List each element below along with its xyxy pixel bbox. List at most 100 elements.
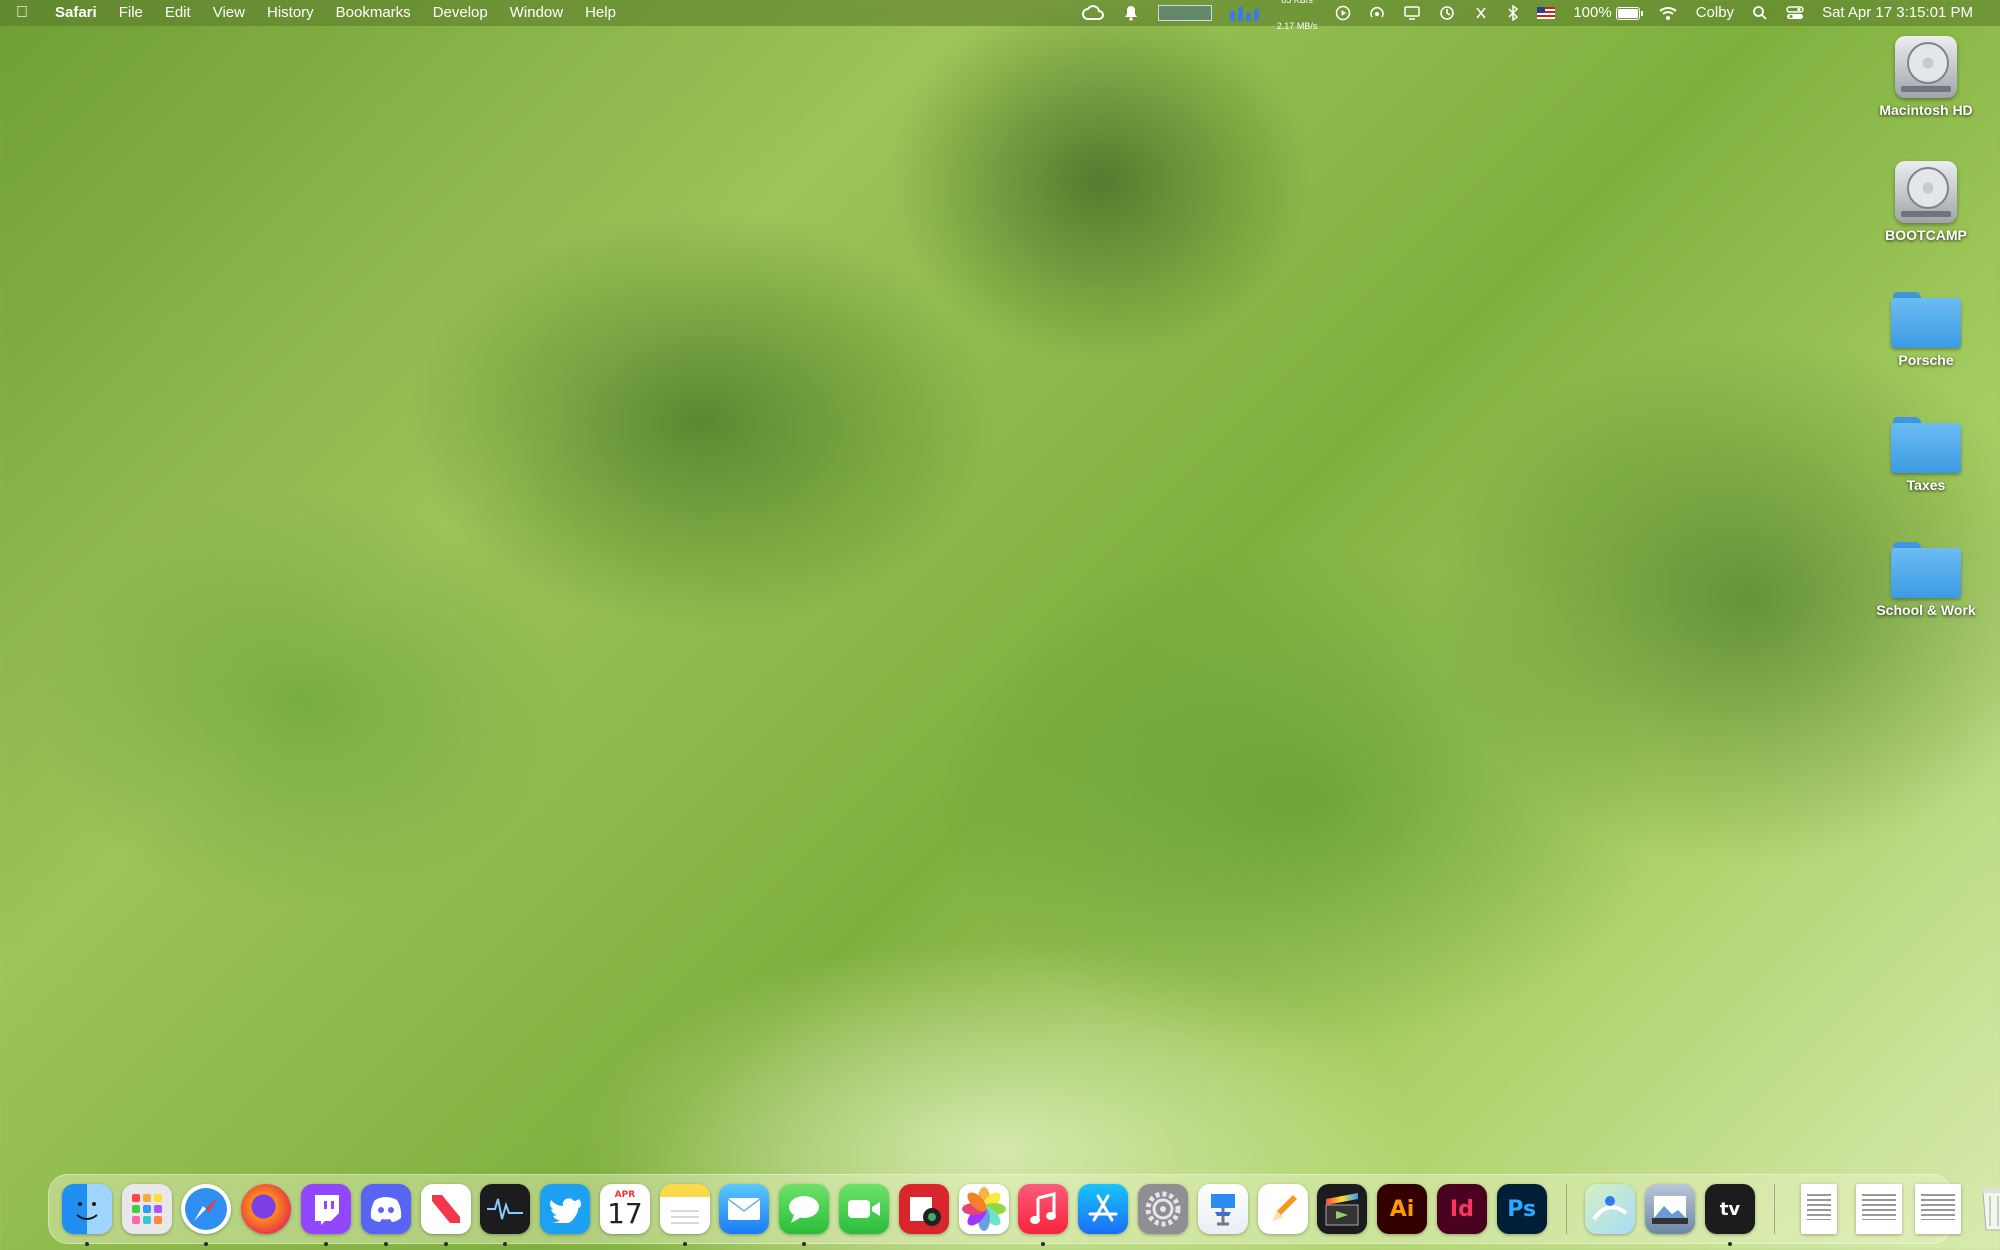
dock-launchpad[interactable] [120,1182,174,1236]
dock-music[interactable] [1016,1182,1070,1246]
dock-trash[interactable] [1971,1182,2000,1236]
twitch-icon [301,1184,352,1234]
desktop-icon-taxes[interactable]: Taxes [1868,415,1984,493]
twitter-bird-icon [540,1184,591,1234]
apple-menu-icon[interactable]:  [0,4,44,22]
dock-activity-monitor[interactable] [478,1182,532,1246]
preview-icon [1645,1184,1696,1234]
desktop-icon-macintosh-hd[interactable]: Macintosh HD [1868,36,1984,118]
dock-mail[interactable] [717,1182,771,1236]
news-icon [420,1184,471,1234]
folder-icon [1891,540,1961,598]
menu-file[interactable]: File [108,0,154,26]
airdrop-icon[interactable] [1360,5,1394,21]
dock-system-preferences[interactable] [1136,1182,1190,1236]
desktop-icon-bootcamp[interactable]: BOOTCAMP [1868,161,1984,243]
notification-bell-icon[interactable] [1113,5,1149,21]
network-download: 2.17 MB/s [1276,21,1318,31]
dock-twitter[interactable] [538,1182,592,1236]
desktop-icon-school-and-work[interactable]: School & Work [1868,540,1984,618]
dock-separator [1565,1184,1567,1234]
menu-develop[interactable]: Develop [422,0,499,26]
desktop-icon-label: Taxes [1906,477,1946,493]
memory-bars-icon[interactable] [1221,5,1268,21]
firefox-icon [241,1184,292,1234]
menu-clock[interactable]: Sat Apr 17 3:15:01 PM [1813,0,1982,26]
activity-monitor-icon [480,1184,531,1234]
dock-safari[interactable] [179,1182,233,1246]
gear-icon [1137,1184,1188,1234]
maps-icon [1585,1184,1636,1234]
dock-photos[interactable] [957,1182,1011,1236]
menu-view[interactable]: View [202,0,256,26]
dock-messages[interactable] [777,1182,831,1246]
safari-compass-icon [181,1184,232,1234]
dock-discord[interactable] [359,1182,413,1246]
desktop-icon-label: School & Work [1876,602,1976,618]
menu-history[interactable]: History [256,0,325,26]
spotlight-search-icon[interactable] [1743,5,1777,21]
battery-status[interactable]: 100% [1564,0,1648,26]
dock-twitch[interactable] [299,1182,353,1246]
dock-downloads-stack[interactable] [1852,1182,1906,1236]
dock-document-stack[interactable] [1792,1182,1846,1236]
wifi-icon[interactable] [1649,5,1687,21]
dock-app-store[interactable] [1076,1182,1130,1236]
indesign-icon: Id [1436,1184,1487,1234]
pen-icon [1257,1184,1308,1234]
document-icon [1915,1184,1962,1234]
dock: APR 17 Ai Id Ps tv [48,1174,2000,1246]
dock-final-cut[interactable] [1315,1182,1369,1236]
dock-illustrator[interactable]: Ai [1375,1182,1429,1236]
dock-photoshop[interactable]: Ps [1495,1182,1549,1236]
apple-tv-label: tv [1719,1198,1741,1220]
messages-bubble-icon [779,1184,830,1234]
us-flag-input-icon[interactable] [1528,7,1564,19]
document-icon [1800,1184,1837,1234]
menu-edit[interactable]: Edit [154,0,202,26]
script-icon[interactable] [1464,5,1498,21]
bluetooth-icon[interactable] [1498,5,1528,21]
apple-tv-icon: tv [1704,1184,1755,1234]
music-note-icon [1018,1184,1069,1234]
dock-firefox[interactable] [239,1182,293,1236]
dock-apple-tv[interactable]: tv [1703,1182,1757,1246]
desktop-icon-label: Macintosh HD [1879,102,1973,118]
user-name[interactable]: Colby [1687,0,1743,26]
calendar-icon: APR 17 [599,1184,650,1234]
dock-photo-booth[interactable] [897,1182,951,1236]
folder-icon [1891,290,1961,348]
cpu-meter-icon[interactable] [1149,5,1221,21]
dock-preview[interactable] [1643,1182,1697,1236]
dock-screenshots-stack[interactable] [1911,1182,1965,1236]
mail-envelope-icon [719,1184,770,1234]
trash-icon [1973,1184,2000,1234]
display-icon[interactable] [1394,5,1430,21]
dock-calendar[interactable]: APR 17 [598,1182,652,1236]
menu-bookmarks[interactable]: Bookmarks [325,0,422,26]
control-center-icon[interactable] [1777,5,1813,21]
discord-icon [360,1184,411,1234]
play-icon[interactable] [1326,5,1360,21]
menu-window[interactable]: Window [499,0,574,26]
document-icon [1855,1184,1902,1234]
keynote-podium-icon [1197,1184,1248,1234]
dock-news[interactable] [419,1182,473,1246]
dock-facetime[interactable] [837,1182,891,1236]
menu-app-name[interactable]: Safari [44,0,108,26]
network-speed[interactable]: 85 KB/s 2.17 MB/s [1268,0,1327,39]
facetime-camera-icon [839,1184,890,1234]
dock-pages[interactable] [1256,1182,1310,1236]
menu-help[interactable]: Help [574,0,627,26]
dock-notes[interactable] [658,1182,712,1246]
creative-cloud-icon[interactable] [1073,5,1113,21]
dock-keynote[interactable] [1196,1182,1250,1236]
battery-percent: 100% [1573,4,1612,21]
desktop-icon-porsche[interactable]: Porsche [1868,290,1984,368]
dock-maps[interactable] [1583,1182,1637,1236]
time-machine-icon[interactable] [1430,5,1464,21]
dock-finder[interactable] [60,1182,114,1246]
menu-bar:  Safari File Edit View History Bookmark… [0,0,2000,31]
dock-indesign[interactable]: Id [1435,1182,1489,1236]
notes-icon [659,1184,710,1234]
